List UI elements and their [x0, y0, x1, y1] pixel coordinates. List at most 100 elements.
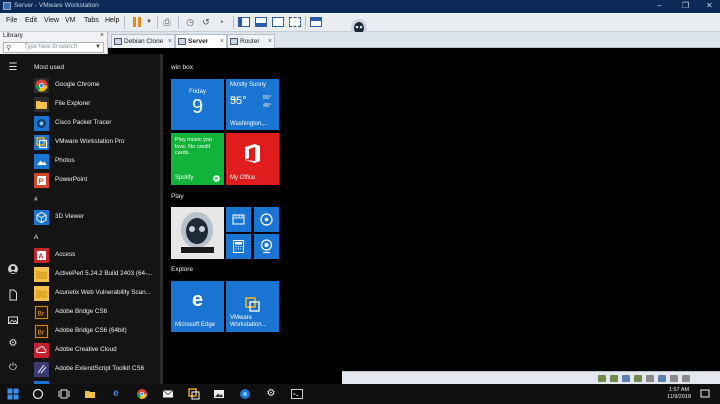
library-close-icon[interactable]: × [100, 32, 104, 39]
edge-icon[interactable]: e [110, 388, 122, 400]
app-adobe-extendscript-toolkit[interactable]: Adobe ExtendScript Toolkit CS6 [34, 361, 160, 377]
command-prompt-icon[interactable] [291, 388, 303, 400]
menu-vm[interactable]: VM [65, 17, 76, 24]
app-activeperl[interactable]: ActivePerl 5.24.2 Build 2403 (64-... [34, 266, 160, 282]
pause-icon[interactable] [131, 16, 143, 28]
tab-close-icon[interactable]: × [168, 35, 172, 48]
calendar-tile[interactable]: Friday 9 [171, 79, 224, 130]
sound-card-icon[interactable] [646, 375, 654, 382]
separator [157, 16, 158, 29]
usb-icon[interactable] [634, 375, 642, 382]
a-section-header[interactable]: A [34, 234, 38, 241]
menu-icon[interactable]: ☰ [7, 62, 19, 74]
app-3d-viewer[interactable]: 3D Viewer [34, 209, 160, 225]
tab-debian-clone[interactable]: Debian Clone × [111, 34, 175, 48]
tab-close-icon[interactable]: × [268, 35, 272, 48]
my-office-tile[interactable]: My Office [226, 133, 279, 185]
tab-server[interactable]: Server × [175, 34, 227, 48]
pictures-icon[interactable] [7, 314, 19, 326]
title-bar: Server - VMware Workstation – ❐ ✕ [0, 0, 720, 13]
window-title: Server - VMware Workstation [14, 2, 99, 9]
menu-tabs[interactable]: Tabs [84, 17, 99, 24]
snapshot-manager-icon[interactable]: ◔ [215, 16, 227, 28]
unity-icon[interactable] [289, 17, 301, 27]
menu-view[interactable]: View [44, 17, 59, 24]
taskbar-clock[interactable]: 1:57 AM 11/9/2018 [664, 387, 694, 401]
vm-tab-strip: Debian Clone × Server × Router × [108, 32, 720, 48]
network-adapter-icon[interactable] [610, 375, 618, 382]
cortana-icon[interactable] [32, 388, 44, 400]
snapshot-icon[interactable]: ◷ [184, 16, 196, 28]
app-vmware-workstation-pro[interactable]: VMware Workstation Pro [34, 134, 160, 150]
minimize-button[interactable]: – [657, 1, 661, 10]
menu-help[interactable]: Help [105, 17, 119, 24]
app-photos[interactable]: Photos [34, 153, 160, 169]
calendar-date: 9 [191, 96, 204, 118]
send-keys-icon[interactable]: ⎙ [161, 16, 173, 28]
full-screen-icon[interactable] [272, 17, 284, 27]
menu-file[interactable]: File [6, 17, 17, 24]
display-icon[interactable] [670, 375, 678, 382]
app-acunetix[interactable]: Acunetix Web Vulnerability Scan... [34, 285, 160, 301]
thumbnail-bar-icon[interactable] [255, 17, 267, 27]
hash-section-header[interactable]: # [34, 196, 38, 203]
search-dropdown-icon[interactable]: ▼ [95, 44, 101, 50]
tile-group-explore[interactable]: Explore [171, 266, 193, 273]
tile-group-win-box[interactable]: win box [171, 64, 193, 71]
photos-icon[interactable] [213, 388, 225, 400]
notifications-icon[interactable] [700, 388, 710, 400]
menu-bar: File Edit View VM Tabs Help ▼ ⎙ ◷ ↺ ◔ [0, 13, 720, 43]
document-icon[interactable] [7, 289, 19, 301]
packet-tracer-icon [34, 116, 49, 131]
library-search-input[interactable]: ⚲ Type here to search ▼ [3, 42, 104, 53]
svg-text:P: P [39, 179, 44, 186]
separator [178, 16, 179, 29]
library-view-icon[interactable] [238, 17, 250, 27]
message-icon[interactable] [682, 375, 690, 382]
app-adobe-creative-cloud[interactable]: Adobe Creative Cloud [34, 342, 160, 358]
camera-tile[interactable] [254, 234, 279, 259]
photo-live-tile[interactable] [171, 207, 224, 259]
skull-image [181, 212, 214, 253]
console-view-icon[interactable] [310, 17, 322, 27]
revert-snapshot-icon[interactable]: ↺ [200, 16, 212, 28]
app-label: Adobe Creative Cloud [55, 346, 117, 353]
microsoft-edge-tile[interactable]: e Microsoft Edge [171, 281, 224, 332]
restore-button[interactable]: ❐ [682, 1, 689, 10]
settings-icon[interactable]: ⚙ [7, 338, 19, 350]
cd-drive-icon[interactable] [622, 375, 630, 382]
user-icon[interactable] [7, 263, 19, 275]
chrome-icon[interactable] [136, 388, 148, 400]
app-list-scrollbar[interactable] [160, 54, 163, 384]
power-icon[interactable]: ⏻ [7, 362, 19, 374]
calculator-tile[interactable] [226, 234, 251, 259]
hard-disk-icon[interactable] [598, 375, 606, 382]
task-view-icon[interactable] [58, 388, 70, 400]
app-adobe-bridge-cs6[interactable]: Br Adobe Bridge CS6 [34, 304, 160, 320]
close-button[interactable]: ✕ [706, 1, 713, 10]
pause-dropdown-icon[interactable]: ▼ [143, 16, 155, 28]
groove-music-tile[interactable] [254, 207, 279, 232]
app-adobe-bridge-cs6-64bit[interactable]: Br Adobe Bridge CS6 (64bit) [34, 323, 160, 339]
tab-close-icon[interactable]: × [220, 35, 224, 48]
app-cisco-packet-tracer[interactable]: Cisco Packet Tracer [34, 115, 160, 131]
app-powerpoint[interactable]: P PowerPoint [34, 172, 160, 188]
weather-tile[interactable]: Mostly Sunny ☀ 55° 55° 45° Washington,..… [226, 79, 279, 130]
packet-tracer-icon[interactable] [239, 388, 251, 400]
tile-group-play[interactable]: Play [171, 193, 184, 200]
spotify-tile[interactable]: Play music you love. No credit cards. Sp… [171, 133, 224, 185]
vmware-workstation-tile[interactable]: VMware Workstation... [226, 281, 279, 332]
menu-edit[interactable]: Edit [25, 17, 37, 24]
tab-router[interactable]: Router × [227, 34, 275, 48]
movies-tv-tile[interactable] [226, 207, 251, 232]
app-google-chrome[interactable]: Google Chrome [34, 77, 160, 93]
app-file-explorer[interactable]: File Explorer [34, 96, 160, 112]
printer-icon[interactable] [658, 375, 666, 382]
windows-start-icon[interactable] [7, 388, 19, 400]
app-access[interactable]: A Access [34, 247, 160, 263]
mail-icon[interactable] [162, 388, 174, 400]
settings-icon[interactable]: ⚙ [265, 388, 277, 400]
vmware-icon[interactable] [188, 388, 200, 400]
file-explorer-icon[interactable] [84, 388, 96, 400]
vmware-tile-label: VMware Workstation... [230, 315, 267, 328]
